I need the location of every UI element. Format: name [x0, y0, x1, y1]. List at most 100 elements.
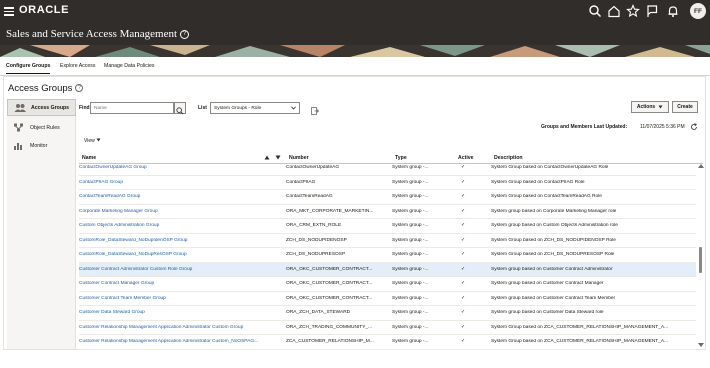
row-active-check: ✓	[461, 266, 466, 272]
row-name-link[interactable]: ContactOwnerUpdateAG Group	[79, 165, 284, 170]
list-select[interactable]: System Groups - Role	[210, 102, 300, 114]
nav-monitor[interactable]: Monitor	[7, 137, 76, 154]
row-name-link[interactable]: Customer Relationship Management Applica…	[79, 325, 284, 330]
table-row[interactable]: ContactOwnerUpdateAG Group ContactOwnerUp…	[79, 161, 696, 176]
row-name-link[interactable]: Customer Contract Administrator Custom R…	[79, 267, 284, 272]
row-description: System group based on Customer Contract …	[491, 295, 616, 301]
tab-configure-groups[interactable]: Configure Groups	[6, 63, 51, 74]
search-icon	[176, 107, 184, 115]
search-icon[interactable]	[588, 4, 602, 18]
table-row[interactable]: Customer Contract Team Member Group ORA_O…	[79, 292, 696, 306]
vertical-scrollbar[interactable]	[698, 161, 704, 349]
row-number: ORA_OKC_CUSTOMER_CONTRACT...	[286, 266, 373, 272]
row-active-check: ✓	[461, 324, 466, 330]
table-row[interactable]: ContactPIIAG Group ContactPIIAG System gro…	[79, 176, 696, 190]
table-row[interactable]: CustomRole_DataSteward_NoDupIdenOSP Grou…	[79, 234, 696, 248]
row-number: ContactTeamReadAG	[286, 194, 333, 199]
chevron-down-icon	[291, 106, 296, 110]
row-description: System group based on Customer Contract …	[491, 281, 604, 286]
row-name-link[interactable]: Customer Contract Manager Group	[79, 281, 284, 286]
last-updated-label: Groups and Members Last Updated:	[541, 124, 628, 130]
find-label: Find	[79, 105, 90, 111]
section-title: Access Groups?	[8, 83, 84, 94]
find-input[interactable]	[90, 102, 174, 114]
table-row[interactable]: Custom Objects Administration Group ORA_C…	[79, 219, 696, 234]
page-title: Sales and Service Access Management?	[6, 28, 190, 40]
row-name-link[interactable]: CustomRole_DataSteward_NoDupResOSP Group	[79, 252, 284, 257]
table-body: ContactOwnerUpdateAG Group ContactOwnerUp…	[79, 161, 696, 351]
nav-access-groups[interactable]: Access Groups	[7, 99, 76, 116]
table-row[interactable]: ContactTeamReadAG Group ContactTeamReadAG…	[79, 190, 696, 205]
user-avatar[interactable]: FF	[690, 3, 706, 19]
oracle-logo[interactable]: ORACLE	[19, 4, 69, 16]
row-description: System Group based on ZCH_DS_NODUPRESOSP…	[491, 252, 615, 257]
page-title-text: Sales and Service Access Management	[6, 28, 178, 40]
last-updated-value: 11/07/2025 5:36 PM	[640, 124, 685, 130]
row-type: System group -...	[392, 194, 429, 199]
row-name-link[interactable]: ContactTeamReadAG Group	[79, 194, 284, 199]
row-name-link[interactable]: Customer Relationship Management Applica…	[79, 339, 284, 344]
bell-icon[interactable]	[666, 4, 680, 18]
row-name-link[interactable]: ContactPIIAG Group	[79, 180, 284, 185]
row-type: System group -...	[392, 223, 429, 228]
row-description: System group based on Corporate Marketin…	[491, 208, 617, 214]
sort-ascending-icon[interactable]	[264, 155, 270, 160]
list-select-value: System Groups - Role	[214, 106, 262, 111]
row-type: System group -...	[392, 281, 429, 286]
monitor-icon	[14, 143, 22, 150]
flag-icon[interactable]	[645, 4, 659, 18]
row-number: ZCA_CUSTOMER_RELATIONSHIP_M...	[286, 339, 374, 344]
table-row[interactable]: Customer Relationship Management Applica…	[79, 321, 696, 335]
tab-explore-access[interactable]: Explore Access	[60, 63, 95, 69]
scroll-down-icon[interactable]	[698, 343, 704, 347]
nav-monitor-label: Monitor	[30, 142, 48, 149]
row-name-link[interactable]: CustomRole_DataSteward_NoDupIdenOSP Grou…	[79, 238, 284, 243]
row-number: ContactPIIAG	[286, 179, 316, 185]
create-button[interactable]: Create	[672, 101, 698, 113]
access-groups-icon	[14, 104, 26, 112]
row-type: System group -...	[392, 266, 429, 272]
row-type: System group -...	[392, 165, 429, 170]
scroll-up-icon[interactable]	[698, 164, 704, 168]
row-type: System group -...	[392, 252, 429, 257]
row-type: System group -...	[392, 208, 429, 214]
table-row[interactable]: Customer Data Steward Group ORA_ZCH_DATA_…	[79, 306, 696, 321]
nav-object-rules-label: Object Rules	[30, 124, 60, 131]
table-row[interactable]: Corporate Marketing Manager Group ORA_MKT…	[79, 205, 696, 219]
main-panel: Access Groups? Access Groups Object Rule…	[3, 76, 706, 350]
row-number: ORA_ZCH_TRADING_COMMUNITY_...	[286, 324, 373, 330]
help-icon[interactable]: ?	[180, 29, 190, 39]
section-title-text: Access Groups	[8, 83, 73, 94]
table-row[interactable]: Customer Contract Manager Group ORA_OKC_C…	[79, 277, 696, 292]
global-header: ORACLE FF	[0, 0, 710, 22]
row-active-check: ✓	[461, 281, 466, 286]
row-number: ORA_ZCH_DATA_STEWARD	[286, 310, 351, 315]
view-menu[interactable]: View	[84, 138, 101, 144]
home-icon[interactable]	[607, 4, 621, 18]
hamburger-icon[interactable]	[4, 5, 14, 17]
row-type: System group -...	[392, 310, 429, 315]
tab-manage-data-policies[interactable]: Manage Data Policies	[104, 63, 154, 69]
actions-button[interactable]: Actions	[631, 101, 669, 113]
refresh-icon[interactable]	[690, 123, 698, 131]
scrollbar-thumb[interactable]	[699, 247, 702, 273]
nav-object-rules[interactable]: Object Rules	[7, 119, 76, 136]
row-name-link[interactable]: Customer Contract Team Member Group	[79, 296, 284, 301]
row-name-link[interactable]: Custom Objects Administration Group	[79, 223, 284, 228]
star-icon[interactable]	[626, 4, 640, 18]
row-active-check: ✓	[461, 295, 466, 301]
row-name-link[interactable]: Customer Data Steward Group	[79, 310, 284, 315]
section-help-icon[interactable]: ?	[75, 84, 84, 93]
export-icon[interactable]	[311, 103, 320, 115]
row-description: System group based on Custom Objects Adm…	[491, 223, 618, 228]
row-name-link[interactable]: Corporate Marketing Manager Group	[79, 209, 284, 214]
sort-descending-icon[interactable]	[275, 155, 281, 160]
table-row[interactable]: Customer Contract Administrator Custom R…	[79, 262, 696, 277]
content-area: Find List System Groups - Role Actions C…	[79, 99, 704, 351]
row-description: System Group based on ZCA_CUSTOMER_RELAT…	[491, 324, 669, 330]
list-label: List	[198, 105, 207, 111]
find-search-button[interactable]	[174, 102, 186, 115]
table-row[interactable]: Customer Relationship Management Applica…	[79, 335, 696, 350]
chevron-down-icon	[658, 105, 663, 109]
table-row[interactable]: CustomRole_DataSteward_NoDupResOSP Group…	[79, 248, 696, 263]
